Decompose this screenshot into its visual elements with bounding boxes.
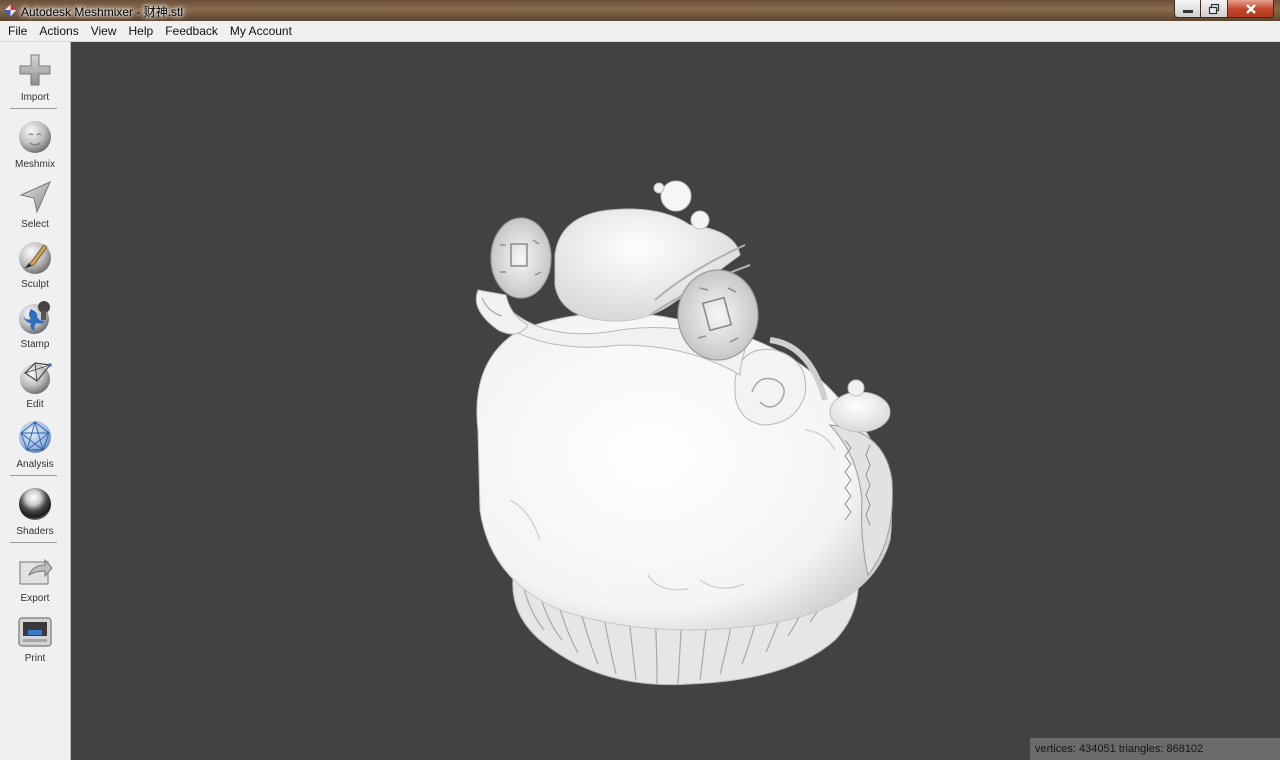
minimize-icon	[1182, 9, 1193, 13]
model-coin-left	[490, 217, 552, 299]
restore-icon	[1208, 3, 1220, 14]
tool-select-label: Select	[21, 219, 49, 230]
sculpt-brush-icon	[19, 242, 51, 274]
plus-icon	[19, 54, 51, 86]
close-button[interactable]	[1228, 0, 1274, 18]
tool-meshmix-label: Meshmix	[14, 159, 55, 170]
tool-sculpt-label: Sculpt	[21, 279, 49, 290]
menu-bar: File Actions View Help Feedback My Accou…	[0, 21, 1280, 42]
mesh-stats-status: vertices: 434051 triangles: 868102	[1030, 738, 1280, 760]
tool-export-label: Export	[20, 593, 50, 604]
title-bar: Autodesk Meshmixer - 财神.stl	[0, 0, 1280, 21]
minimize-button[interactable]	[1174, 0, 1201, 18]
meshmix-ball-icon	[19, 121, 51, 153]
meshmixer-logo-icon	[3, 3, 18, 18]
tool-shaders[interactable]: Shaders	[0, 486, 70, 546]
menu-my-account[interactable]: My Account	[224, 21, 298, 42]
model-hand	[829, 391, 891, 433]
menu-view[interactable]: View	[85, 21, 123, 42]
close-icon	[1245, 3, 1256, 14]
window-controls	[1174, 0, 1274, 18]
toolbar-divider	[10, 542, 57, 543]
menu-help[interactable]: Help	[123, 21, 160, 42]
tool-edit[interactable]: Edit	[0, 359, 70, 419]
tool-stamp-label: Stamp	[20, 339, 50, 350]
tool-select[interactable]: Select	[0, 179, 70, 239]
toolbar-divider	[10, 475, 57, 476]
model-body	[476, 312, 892, 631]
tool-shaders-label: Shaders	[16, 526, 54, 537]
3d-viewport[interactable]	[71, 42, 1280, 760]
tool-sculpt[interactable]: Sculpt	[0, 239, 70, 299]
menu-actions[interactable]: Actions	[33, 21, 84, 42]
window-title: Autodesk Meshmixer - 财神.stl	[21, 5, 184, 19]
menu-file[interactable]: File	[2, 21, 33, 42]
tool-print-label: Print	[24, 653, 46, 664]
export-icon	[19, 558, 53, 585]
tool-import-label: Import	[20, 92, 50, 103]
tool-stamp[interactable]: Stamp	[0, 299, 70, 359]
printer-icon	[18, 617, 52, 647]
analysis-icon	[19, 421, 51, 453]
toolbar-divider	[10, 108, 57, 109]
tool-edit-label: Edit	[26, 399, 44, 410]
tool-print[interactable]: Print	[0, 613, 70, 673]
menu-feedback[interactable]: Feedback	[159, 21, 224, 42]
mesh-model[interactable]	[71, 42, 1280, 760]
tool-meshmix[interactable]: Meshmix	[0, 119, 70, 179]
stamp-icon	[19, 301, 50, 334]
model-coin-right	[677, 269, 759, 361]
tool-import[interactable]: Import	[0, 52, 70, 112]
shader-sphere-icon	[19, 488, 51, 520]
left-toolbar: Import Meshmix Select Sculpt Stamp Edit …	[0, 42, 71, 760]
tool-export[interactable]: Export	[0, 553, 70, 613]
select-arrow-icon	[19, 181, 51, 214]
maximize-button[interactable]	[1201, 0, 1228, 18]
edit-icon	[20, 362, 52, 394]
tool-analysis-label: Analysis	[16, 459, 54, 470]
model-hat-knob	[660, 180, 692, 212]
tool-analysis[interactable]: Analysis	[0, 419, 70, 479]
